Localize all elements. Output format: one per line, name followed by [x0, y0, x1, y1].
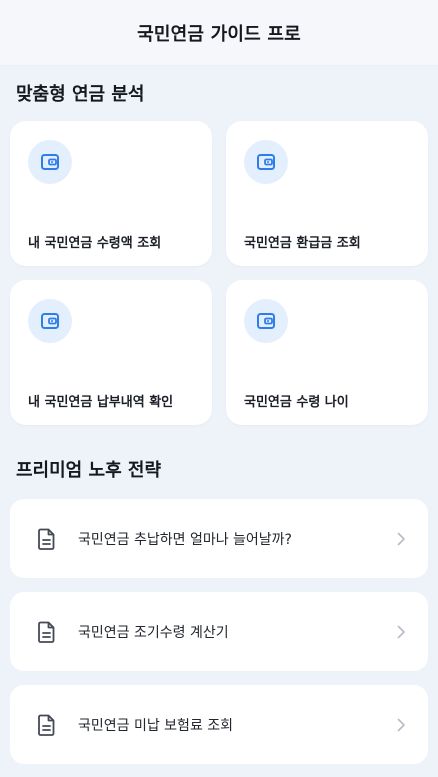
list-item-label: 국민연금 조기수령 계산기 — [78, 624, 229, 641]
chevron-right-icon — [394, 718, 408, 732]
list-item-label: 국민연금 미납 보험료 조회 — [78, 717, 234, 734]
document-icon — [36, 620, 58, 644]
card-refund[interactable]: 국민연금 환급금 조회 — [226, 121, 428, 266]
document-icon — [36, 713, 58, 737]
section-title-premium: 프리미엄 노후 전략 — [16, 460, 162, 481]
document-icon — [36, 527, 58, 551]
wallet-icon — [28, 299, 72, 343]
page-title: 국민연금 가이드 프로 — [137, 23, 301, 45]
premium-list: 국민연금 추납하면 얼마나 늘어날까? 국민연금 조기수령 계산기 국민연금 미… — [10, 499, 428, 777]
list-item-early-calculator[interactable]: 국민연금 조기수령 계산기 — [10, 592, 428, 671]
card-label: 내 국민연금 납부내역 확인 — [28, 395, 174, 410]
chevron-right-icon — [394, 625, 408, 639]
wallet-icon — [28, 140, 72, 184]
card-pension-age[interactable]: 국민연금 수령 나이 — [226, 280, 428, 425]
list-item-additional-payment[interactable]: 국민연금 추납하면 얼마나 늘어날까? — [10, 499, 428, 578]
card-label: 국민연금 수령 나이 — [244, 395, 349, 410]
chevron-right-icon — [394, 532, 408, 546]
analysis-card-grid: 내 국민연금 수령액 조회 국민연금 환급금 조회 내 국민연금 납부내역 확인… — [10, 121, 428, 425]
list-item-label: 국민연금 추납하면 얼마나 늘어날까? — [78, 531, 292, 548]
wallet-icon — [244, 299, 288, 343]
card-label: 내 국민연금 수령액 조회 — [28, 236, 162, 251]
wallet-icon — [244, 140, 288, 184]
card-payment-history[interactable]: 내 국민연금 납부내역 확인 — [10, 280, 212, 425]
app-header: 국민연금 가이드 프로 — [0, 0, 438, 66]
card-pension-amount[interactable]: 내 국민연금 수령액 조회 — [10, 121, 212, 266]
card-label: 국민연금 환급금 조회 — [244, 236, 361, 251]
list-item-unpaid-lookup[interactable]: 국민연금 미납 보험료 조회 — [10, 685, 428, 764]
section-title-analysis: 맞춤형 연금 분석 — [16, 84, 145, 105]
